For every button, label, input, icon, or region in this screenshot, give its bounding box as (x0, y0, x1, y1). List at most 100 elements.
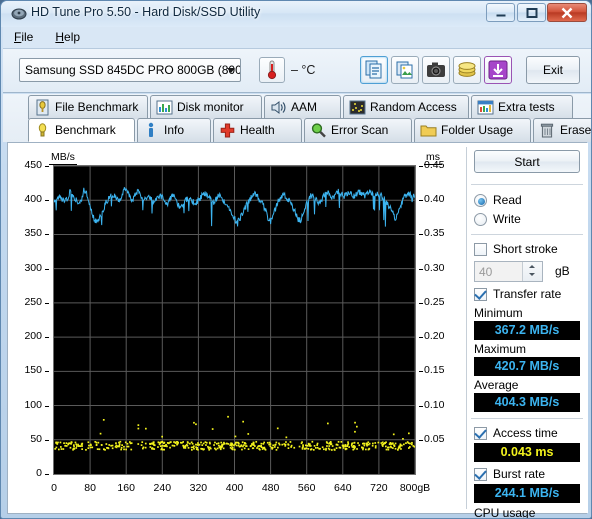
y-tick-label: 300 (24, 261, 42, 274)
x-tick-label: 320 (189, 482, 208, 494)
checkbox-access-time-label: Access time (493, 426, 558, 440)
folder-usage-icon (420, 122, 437, 139)
menu-item-file[interactable]: FFileile (3, 27, 44, 49)
camera-icon (427, 62, 445, 77)
x-tick-label: 240 (153, 482, 172, 494)
info-icon (143, 122, 160, 139)
checkbox-short-stroke-label: Short stroke (493, 242, 558, 256)
x-tick-label: 720 (370, 482, 388, 494)
y2-tick-label: 0.35 (424, 227, 445, 240)
x-tick-label: 400 (225, 482, 244, 494)
copy-image-button[interactable] (391, 56, 419, 84)
divider-3 (471, 418, 583, 419)
file-benchmark-icon (34, 99, 51, 116)
y2-tick-mark (419, 302, 423, 304)
tab-strip: File Benchmark Disk monitor AAM Random A… (3, 94, 591, 142)
minimize-button[interactable] (486, 3, 515, 22)
copy-text-button[interactable] (360, 56, 388, 84)
start-button-label: Start (514, 155, 540, 169)
title-bar: HD Tune Pro 5.50 - Hard Disk/SSD Utility (1, 1, 591, 27)
checkbox-transfer-rate-control[interactable] (474, 288, 487, 301)
app-icon (11, 6, 27, 22)
y-axis-ticks-right: 0.05 0.10 0.15 0.20 0.25 0.30 0.35 0.40 0.45 (418, 159, 466, 475)
tab-folder-usage[interactable]: Folder Usage (414, 118, 531, 142)
y-tick-label: 450 (24, 159, 42, 171)
y2-tick-label: 0.25 (424, 295, 445, 308)
maximum-value: 420.7 MB/s (474, 357, 580, 376)
y-tick-label: 100 (24, 398, 42, 411)
y2-tick-mark (419, 439, 423, 441)
y2-tick-mark (419, 405, 423, 407)
screenshot-button[interactable] (422, 56, 450, 84)
tab-file-benchmark[interactable]: File Benchmark (28, 95, 148, 119)
y-tick-mark (45, 200, 49, 202)
y2-tick-label: 0.40 (424, 193, 445, 206)
download-button[interactable] (484, 56, 512, 84)
y-tick-label: 50 (30, 432, 42, 445)
thermometer-icon (267, 60, 277, 80)
drive-select[interactable]: Samsung SSD 845DC PRO 800GB (800 g (19, 58, 241, 82)
x-tick-label: 80 (84, 482, 96, 494)
y-tick-mark (45, 234, 49, 236)
status-bar (3, 512, 591, 516)
tab-random-access[interactable]: Random Access (343, 95, 469, 119)
y-tick-label: 0 (36, 467, 42, 479)
y-tick-mark (45, 268, 49, 270)
health-cross-icon (219, 122, 236, 139)
y2-tick-mark (419, 234, 423, 236)
tab-benchmark[interactable]: Benchmark (28, 118, 135, 142)
start-button[interactable]: Start (474, 150, 580, 173)
tab-error-scan[interactable]: Error Scan (304, 118, 412, 142)
y2-tick-label: 0.45 (424, 159, 445, 171)
radio-read-control[interactable] (474, 194, 487, 207)
checkbox-short-stroke-control[interactable] (474, 243, 487, 256)
benchmark-panel: MB/s 0 50 100 150 200 250 300 350 400 450 0 80 160 2… (7, 142, 588, 518)
temperature-value: – °C (291, 63, 316, 77)
drive-select-value: Samsung SSD 845DC PRO 800GB (800 g (25, 63, 241, 77)
y2-tick-mark (419, 371, 423, 373)
checkbox-access-time-control[interactable] (474, 427, 487, 440)
tab-info[interactable]: Info (137, 118, 211, 142)
tab-extra-tests[interactable]: Extra tests (471, 95, 573, 119)
document-copy-icon (365, 60, 382, 79)
app-window: HD Tune Pro 5.50 - Hard Disk/SSD Utility… (0, 0, 592, 519)
close-button[interactable] (547, 3, 587, 22)
x-tick-label: 480 (261, 482, 280, 494)
benchmark-chart: MB/s 0 50 100 150 200 250 300 350 400 450 0 80 160 2… (8, 143, 430, 513)
average-label: Average (474, 378, 519, 392)
menu-item-help[interactable]: HHelpelp (44, 27, 91, 49)
y-tick-label: 200 (24, 330, 42, 343)
controls-panel: Start Read Write Short stroke 40 gB Tran… (467, 143, 588, 518)
y-tick-label: 250 (24, 295, 42, 308)
tab-row-primary: File Benchmark Disk monitor AAM Random A… (3, 95, 591, 119)
maximize-icon (526, 7, 537, 18)
divider-1 (471, 184, 583, 185)
minimum-value: 367.2 MB/s (474, 321, 580, 340)
tab-erase[interactable]: Erase (533, 118, 591, 142)
tab-row-secondary: Benchmark Info Health Error Scan Folder … (3, 118, 591, 142)
radio-write-control[interactable] (474, 213, 487, 226)
maximum-label: Maximum (474, 342, 527, 356)
tab-health-label: Health (240, 123, 275, 137)
minimum-label: Minimum (474, 306, 523, 320)
tab-aam[interactable]: AAM (264, 95, 341, 119)
close-icon (561, 7, 573, 18)
coins-icon (458, 62, 476, 77)
benchmark-bulb-icon (34, 122, 51, 139)
toolbar: Samsung SSD 845DC PRO 800GB (800 g – °C (3, 49, 591, 93)
checkbox-burst-rate-label: Burst rate (493, 467, 546, 481)
burst-rate-value: 244.1 MB/s (474, 484, 580, 503)
coins-button[interactable] (453, 56, 481, 84)
plot-area (53, 165, 416, 475)
x-axis-ticks: 0 80 160 240 320 400 480 560 640 720 800gB (51, 478, 430, 498)
exit-button[interactable]: Exit (526, 56, 580, 84)
x-tick-label: 0 (51, 482, 57, 494)
checkbox-burst-rate-control[interactable] (474, 468, 487, 481)
tab-disk-monitor-label: Disk monitor (177, 100, 244, 114)
tab-health[interactable]: Health (213, 118, 302, 142)
short-stroke-stepper[interactable] (522, 262, 542, 281)
temperature-button[interactable] (259, 57, 285, 83)
maximize-button[interactable] (517, 3, 546, 22)
erase-trash-icon (539, 122, 556, 139)
tab-disk-monitor[interactable]: Disk monitor (150, 95, 262, 119)
